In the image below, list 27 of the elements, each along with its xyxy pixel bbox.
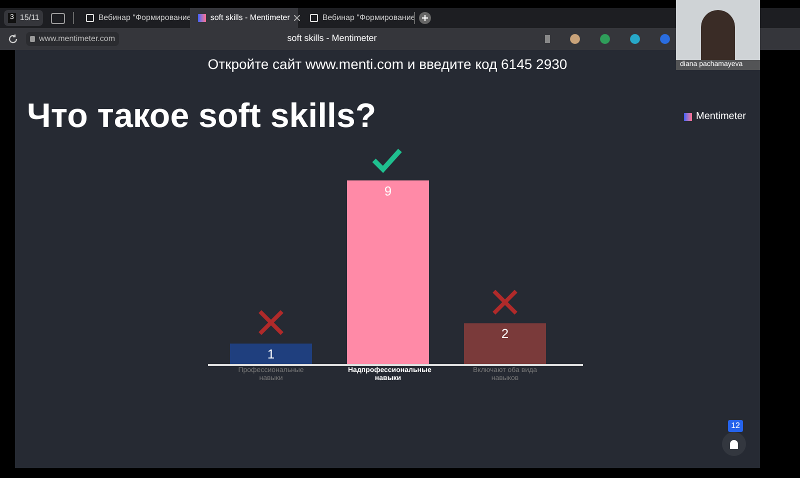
question-title: Что такое soft skills?: [27, 96, 376, 137]
browser-tab[interactable]: soft skills - Mentimeter: [190, 8, 298, 28]
close-icon[interactable]: [294, 15, 300, 21]
access-instructions: Откройте сайт www.menti.com и введите код 6145 2930: [208, 55, 568, 74]
bar-value-label: 2: [501, 326, 509, 342]
new-tab-button[interactable]: [419, 12, 432, 24]
checkbox-icon: [86, 14, 94, 22]
tab-counter: 15/11: [20, 12, 40, 24]
bar-value-label: 9: [384, 183, 392, 198]
extension-icon[interactable]: [600, 34, 610, 44]
participant-count-badge: 12: [728, 420, 743, 432]
reload-icon[interactable]: [8, 34, 18, 44]
person-icon: [730, 440, 738, 448]
new-group-icon[interactable]: [51, 12, 66, 24]
address-field[interactable]: www.mentimeter.com: [26, 32, 120, 46]
brand-name: Mentimeter: [696, 110, 746, 124]
extension-icon[interactable]: [630, 34, 640, 44]
participants-button[interactable]: [722, 432, 746, 456]
checkbox-icon: [310, 14, 318, 22]
extension-icon[interactable]: [570, 34, 580, 44]
page-title: soft skills - Mentimeter: [286, 32, 378, 46]
bar-value-label: 1: [267, 346, 275, 362]
plus-icon: [422, 15, 428, 21]
extension-icon[interactable]: [660, 34, 670, 44]
person-silhouette: [701, 10, 735, 60]
mentimeter-logo-icon: [198, 14, 206, 22]
mentimeter-logo-icon: [684, 112, 692, 120]
